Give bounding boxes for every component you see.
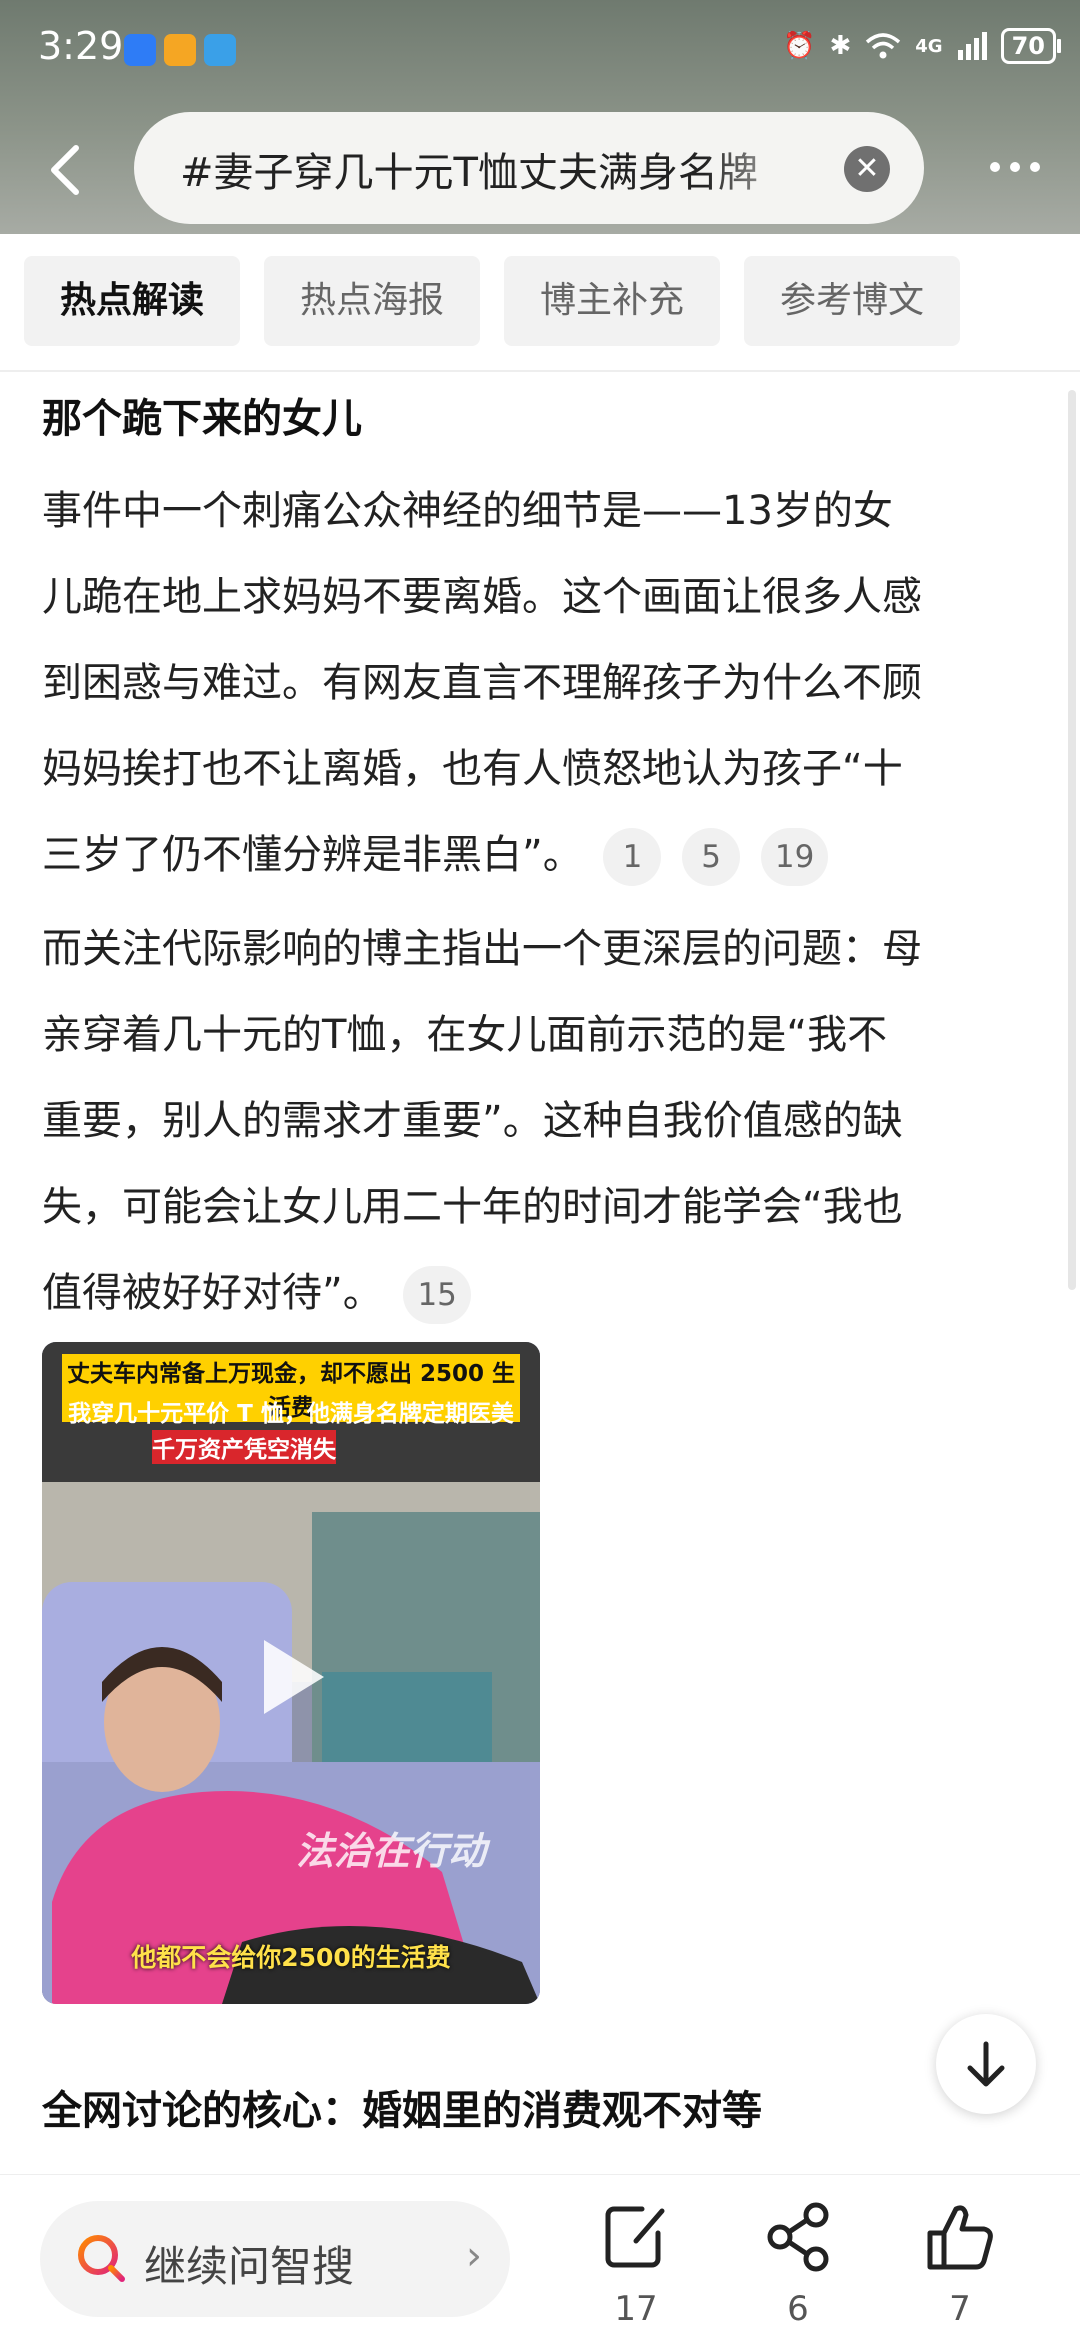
- weibo-app-icon: [164, 34, 196, 66]
- paragraph-line: 而关注代际影响的博主指出一个更深层的问题：母: [42, 926, 922, 972]
- more-dot-icon: [1030, 162, 1040, 172]
- scrollbar[interactable]: [1068, 390, 1076, 1290]
- paragraph-line-text: 值得被好好对待”。: [42, 1270, 383, 1316]
- scroll-down-button[interactable]: [936, 2014, 1036, 2114]
- back-arrow-icon: [51, 145, 79, 195]
- back-button[interactable]: [36, 130, 96, 210]
- share-button[interactable]: 6: [738, 2197, 858, 2337]
- message-app-icon: [124, 34, 156, 66]
- video-thumbnail[interactable]: 丈夫车内常备上万现金，却不愿出 2500 生活费 我穿几十元平价 T 恤，他满身…: [42, 1342, 540, 2004]
- citation-badge[interactable]: 15: [403, 1266, 471, 1324]
- banner-line: 千万资产凭空消失: [152, 1430, 336, 1464]
- alarm-icon: ⏰: [783, 31, 816, 61]
- paragraph-2: 而关注代际影响的博主指出一个更深层的问题：母 亲穿着几十元的T恤，在女儿面前示范…: [42, 906, 1042, 1336]
- tab-hot-interpretation[interactable]: 热点解读: [24, 256, 240, 346]
- citation-badge[interactable]: 19: [760, 828, 829, 886]
- clear-icon[interactable]: ✕: [844, 146, 890, 192]
- bottom-action-bar: 继续问智搜 › 17 6 7: [0, 2174, 1080, 2341]
- chevron-right-icon: ›: [466, 2233, 482, 2279]
- bluetooth-icon: ✱: [829, 31, 852, 61]
- search-box[interactable]: #妻子穿几十元T恤丈夫满身名牌 ✕: [134, 112, 924, 224]
- continue-ask-label: 继续问智搜: [144, 2242, 355, 2291]
- paragraph-line: 失，可能会让女儿用二十年的时间才能学会“我也: [42, 1184, 903, 1230]
- citation-badge[interactable]: 5: [682, 828, 741, 886]
- paragraph-line: 妈妈挨打也不让离婚，也有人愤怒地认为孩子“十: [42, 746, 903, 792]
- browser-app-icon: [204, 34, 236, 66]
- tab-reference-posts[interactable]: 参考博文: [744, 256, 960, 346]
- wifi-icon: [866, 33, 901, 59]
- share-count: 6: [787, 2289, 809, 2329]
- like-count: 7: [949, 2289, 971, 2329]
- battery-indicator: 70: [1000, 28, 1062, 64]
- paragraph-line: 事件中一个刺痛公众神经的细节是——13岁的女: [42, 488, 893, 534]
- paragraph-line: 值得被好好对待”。 15: [42, 1250, 1042, 1336]
- paragraph-line: 到困惑与难过。有网友直言不理解孩子为什么不顾: [42, 660, 922, 706]
- smart-search-icon: [78, 2235, 125, 2282]
- paragraph-line: 儿跪在地上求妈妈不要离婚。这个画面让很多人感: [42, 574, 922, 620]
- comment-button[interactable]: 17: [576, 2197, 696, 2337]
- search-query[interactable]: #妻子穿几十元T恤丈夫满身名牌: [180, 140, 820, 198]
- tab-bar: 热点解读 热点海报 博主补充 参考博文: [0, 234, 1080, 372]
- citation-badge[interactable]: 1: [603, 828, 662, 886]
- status-indicators: ⏰ ✱ 4G 70: [783, 28, 1062, 64]
- video-banner: 丈夫车内常备上万现金，却不愿出 2500 生活费 我穿几十元平价 T 恤，他满身…: [42, 1342, 540, 1482]
- comment-edit-icon: [605, 2206, 665, 2268]
- more-dot-icon: [990, 162, 1000, 172]
- video-subtitle: 他都不会给你2500的生活费: [131, 1943, 451, 1972]
- top-header: 3:29 ⏰ ✱ 4G 70 #妻子穿几十元T恤丈夫满身名牌 ✕: [0, 0, 1080, 234]
- section-title: 那个跪下来的女儿: [42, 396, 362, 442]
- thumbs-up-icon: [927, 2205, 993, 2270]
- paragraph-line: 亲穿着几十元的T恤，在女儿面前示范的是“我不: [42, 1012, 888, 1058]
- signal-icon: [957, 32, 987, 60]
- like-button[interactable]: 7: [900, 2197, 1020, 2337]
- share-icon: [767, 2202, 829, 2272]
- video-watermark: 法治在行动: [296, 1829, 487, 1873]
- more-dot-icon: [1010, 162, 1020, 172]
- section-title: 全网讨论的核心：婚姻里的消费观不对等: [42, 2088, 762, 2134]
- arrow-down-icon: [967, 2041, 1005, 2087]
- comment-count: 17: [614, 2289, 658, 2329]
- more-button[interactable]: [980, 132, 1050, 202]
- tab-blogger-supplement[interactable]: 博主补充: [504, 256, 720, 346]
- banner-line: 我穿几十元平价 T 恤，他满身名牌定期医美: [68, 1401, 514, 1427]
- network-type: 4G: [915, 35, 943, 57]
- paragraph-1: 事件中一个刺痛公众神经的细节是——13岁的女 儿跪在地上求妈妈不要离婚。这个画面…: [42, 468, 1042, 898]
- status-bar: 3:29 ⏰ ✱ 4G 70: [0, 0, 1080, 100]
- play-icon[interactable]: [252, 1632, 332, 1722]
- tab-hot-poster[interactable]: 热点海报: [264, 256, 480, 346]
- status-time: 3:29: [38, 24, 124, 68]
- paragraph-line: 三岁了仍不懂分辨是非黑白”。 1 5 19: [42, 812, 1042, 898]
- continue-ask-button[interactable]: 继续问智搜 ›: [40, 2201, 510, 2317]
- paragraph-line: 重要，别人的需求才重要”。这种自我价值感的缺: [42, 1098, 903, 1144]
- paragraph-line-text: 三岁了仍不懂分辨是非黑白”。: [42, 832, 583, 878]
